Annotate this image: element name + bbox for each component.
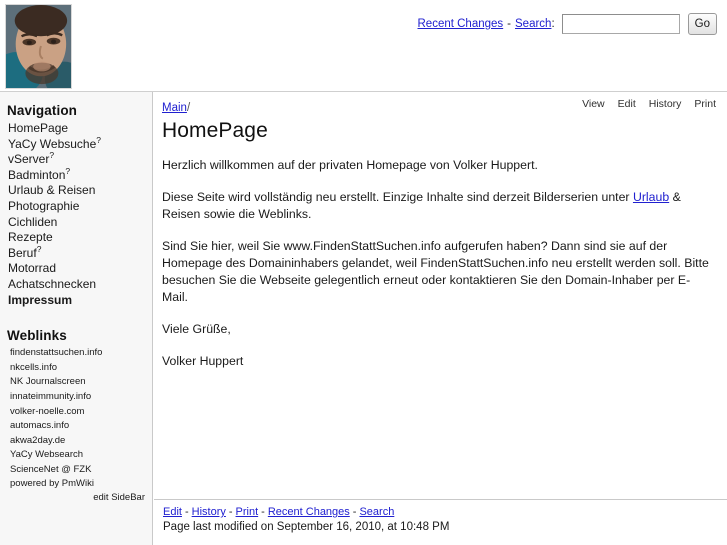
search-label[interactable]: Search (515, 18, 551, 30)
footer-link-edit[interactable]: Edit (163, 506, 182, 518)
sidebar-item-label: Achatschnecken (8, 276, 97, 291)
footer-separator: - (228, 506, 233, 518)
weblink-item[interactable]: volker-noelle.com (6, 405, 146, 420)
sidebar-item-rezepte[interactable]: Rezepte (6, 230, 146, 246)
sidebar-item-yacy-websuche[interactable]: YaCy Websuche? (6, 135, 146, 153)
sidebar-item-photographie[interactable]: Photographie (6, 199, 146, 215)
sidebar-item-label: Rezepte (8, 230, 53, 245)
sidebar-item-label: vServer (8, 152, 50, 167)
create-page-marker[interactable]: ? (65, 166, 70, 176)
paragraph-domain-notice: Sind Sie hier, weil Sie www.FindenStattS… (162, 239, 709, 304)
paragraph-construction: Diese Seite wird vollständig neu erstell… (162, 189, 716, 223)
footer-link-history[interactable]: History (192, 506, 226, 518)
sidebar-item-motorrad[interactable]: Motorrad (6, 261, 146, 277)
go-button[interactable]: Go (687, 13, 717, 35)
sidebar-item-label: Badminton (8, 167, 66, 182)
sidebar-item-cichliden[interactable]: Cichliden (6, 215, 146, 231)
body-wrapper: Navigation HomePage YaCy Websuche? vServer… (0, 92, 727, 545)
sidebar-weblinks-heading: Weblinks (7, 328, 67, 344)
edit-sidebar-link[interactable]: edit SideBar (93, 492, 145, 503)
sidebar-nav-list: HomePage YaCy Websuche? vServer? Badminton?… (6, 121, 146, 308)
footer-separator: - (261, 506, 265, 518)
sidebar-item-label: Motorrad (8, 261, 57, 276)
sidebar-item-label: Impressum (8, 292, 73, 307)
sidebar-item-label: Urlaub & Reisen (8, 183, 96, 198)
sidebar-item-beruf[interactable]: Beruf? (6, 244, 146, 262)
footer-link-recent-changes[interactable]: Recent Changes (268, 506, 350, 518)
page-header: Recent Changes - Search : Go (0, 0, 727, 92)
last-modified-text: Page last modified on September 16, 2010… (163, 521, 450, 533)
weblink-item[interactable]: automacs.info (6, 419, 146, 434)
wiki-page: Recent Changes - Search : Go Navigation … (0, 0, 727, 545)
sidebar-item-label: YaCy Websuche (8, 136, 97, 151)
urlaub-link[interactable]: Urlaub (633, 190, 669, 204)
footer-link-print[interactable]: Print (236, 506, 259, 518)
breadcrumb-main-link[interactable]: Main (162, 102, 187, 114)
page-title: HomePage (162, 119, 268, 142)
paragraph-signature: Volker Huppert (162, 354, 244, 368)
weblink-item[interactable]: YaCy Websearch (6, 448, 146, 463)
sidebar-item-impressum[interactable]: Impressum (6, 293, 146, 309)
sidebar-item-label: HomePage (8, 121, 69, 135)
sidebar-nav-heading: Navigation (7, 103, 78, 118)
sidebar-item-homepage[interactable]: HomePage (6, 121, 146, 137)
search-colon: : (551, 18, 555, 30)
page-footer: Edit - History - Print - Recent Changes - Search… (154, 499, 727, 545)
create-page-marker[interactable]: ? (49, 150, 54, 160)
breadcrumb-slash: / (186, 102, 191, 114)
paragraph-greeting: Viele Grüße, (162, 322, 231, 336)
footer-separator: - (352, 506, 357, 518)
recent-changes-link[interactable]: Recent Changes (418, 18, 504, 30)
page-action-edit[interactable]: Edit (618, 98, 636, 110)
header-search-bar: Recent Changes - Search : Go (418, 13, 717, 35)
create-page-marker[interactable]: ? (37, 244, 42, 254)
weblink-item[interactable]: NK Journalscreen (6, 375, 146, 390)
page-action-view[interactable]: View (582, 98, 605, 110)
sidebar-item-vserver[interactable]: vServer? (6, 150, 146, 168)
weblink-item[interactable]: powered by PmWiki (6, 477, 146, 492)
page-action-links: View Edit History Print (582, 98, 716, 110)
sidebar: Navigation HomePage YaCy Websuche? vServer… (0, 92, 153, 545)
weblink-item[interactable]: akwa2day.de (6, 434, 146, 449)
paragraph-welcome: Herzlich willkommen auf der privaten Hom… (162, 158, 538, 172)
header-separator: - (507, 18, 512, 30)
page-action-history[interactable]: History (649, 98, 682, 110)
weblink-item[interactable]: ScienceNet @ FZK (6, 463, 146, 478)
sidebar-item-label: Cichliden (8, 214, 58, 229)
create-page-marker[interactable]: ? (96, 135, 101, 145)
weblink-item[interactable]: nkcells.info (6, 361, 146, 376)
sidebar-item-badminton[interactable]: Badminton? (6, 166, 146, 184)
main-content: View Edit History Print Main/ HomePage Herz… (153, 92, 727, 545)
page-action-print[interactable]: Print (694, 98, 716, 110)
paragraph-construction-text: Diese Seite wird vollständig neu erstell… (162, 190, 633, 204)
sidebar-item-label: Beruf (8, 245, 37, 260)
search-input[interactable] (561, 14, 680, 34)
footer-link-search[interactable]: Search (359, 506, 394, 518)
sidebar-item-label: Photographie (8, 198, 80, 213)
footer-links: Edit - History - Print - Recent Changes - Search (163, 506, 727, 518)
sidebar-item-achatschnecken[interactable]: Achatschnecken (6, 277, 146, 293)
weblink-item[interactable]: findenstattsuchen.info (6, 346, 146, 361)
sidebar-weblinks-list: findenstattsuchen.info nkcells.info NK Jou… (6, 346, 146, 492)
weblink-item[interactable]: innateimmunity.info (6, 390, 146, 405)
footer-separator: - (184, 506, 189, 518)
sidebar-item-urlaub-reisen[interactable]: Urlaub & Reisen (6, 183, 146, 199)
portrait-photo (5, 4, 72, 89)
